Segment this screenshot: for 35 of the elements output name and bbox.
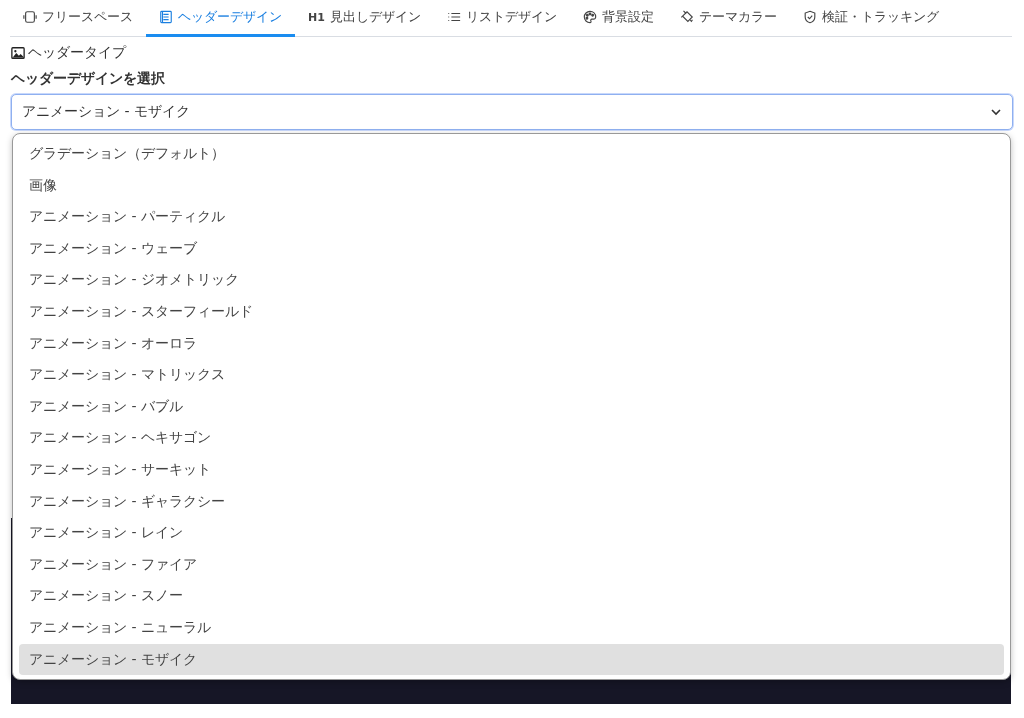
paint-bucket-icon	[679, 10, 694, 24]
palette-icon	[582, 10, 597, 24]
dropdown-option[interactable]: グラデーション（デフォルト）	[19, 138, 1004, 170]
dropdown-option[interactable]: アニメーション - スノー	[19, 580, 1004, 612]
design-select[interactable]: アニメーション - モザイク	[11, 94, 1013, 130]
list-icon	[446, 10, 461, 24]
dropdown-option[interactable]: アニメーション - パーティクル	[19, 201, 1004, 233]
dropdown-option[interactable]: アニメーション - レイン	[19, 517, 1004, 549]
dropdown-option[interactable]: アニメーション - ファイア	[19, 548, 1004, 581]
image-icon	[11, 46, 25, 60]
dropdown-option[interactable]: アニメーション - スターフィールド	[19, 295, 1004, 328]
dropdown-option[interactable]: アニメーション - オーロラ	[19, 327, 1004, 360]
shield-icon	[802, 10, 817, 24]
dropdown-option[interactable]: アニメーション - ギャラクシー	[19, 485, 1004, 518]
tab[interactable]: テーマカラー	[666, 0, 790, 37]
dropdown-option[interactable]: アニメーション - マトリックス	[19, 359, 1004, 391]
section-title: ヘッダータイプ	[28, 44, 126, 62]
dropdown-option[interactable]: アニメーション - ウェーブ	[19, 232, 1004, 265]
tab[interactable]: リストデザイン	[433, 0, 570, 37]
dropdown-option[interactable]: アニメーション - ヘキサゴン	[19, 422, 1004, 454]
dropdown-option[interactable]: アニメーション - バブル	[19, 390, 1004, 423]
tab[interactable]: H1 見出しデザイン	[295, 0, 434, 37]
tab[interactable]: 検証・トラッキング	[789, 0, 952, 37]
dropdown-option[interactable]: 画像	[19, 169, 1004, 202]
dropdown-option[interactable]: アニメーション - ニューラル	[19, 611, 1004, 644]
dropdown-option[interactable]: アニメーション - サーキット	[19, 453, 1004, 486]
tab[interactable]: ヘッダーデザイン	[146, 0, 295, 37]
document-icon	[159, 10, 173, 24]
dropdown-option[interactable]: アニメーション - ジオメトリック	[19, 264, 1004, 296]
field-label: ヘッダーデザインを選択	[11, 70, 166, 88]
frame-icon	[23, 10, 37, 24]
dropdown-option[interactable]: アニメーション - モザイク	[19, 643, 1004, 676]
tab[interactable]: 背景設定	[569, 0, 667, 37]
chevron-down-icon	[990, 106, 1002, 118]
tab[interactable]: フリースペース	[10, 0, 146, 37]
